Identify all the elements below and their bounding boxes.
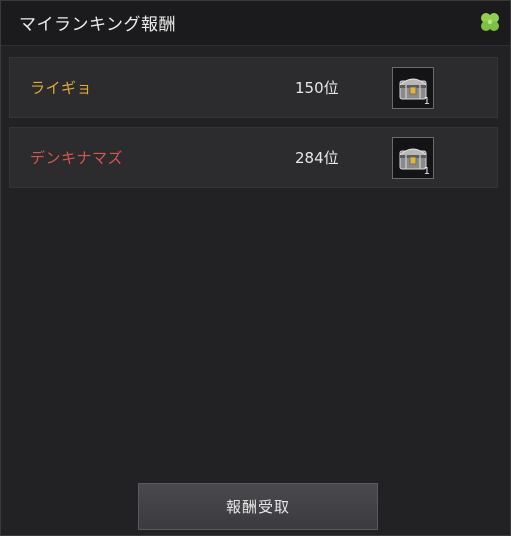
reward-count: 1	[423, 96, 430, 107]
list-item-ranking-2: デンキナマズ 284位 1	[9, 127, 498, 188]
reward-slot[interactable]: 1	[392, 137, 434, 179]
panel-header: マイランキング報酬	[1, 1, 510, 46]
reward-slot[interactable]: 1	[392, 67, 434, 109]
list-item-ranking-1: ライギョ 150位 1	[9, 57, 498, 118]
rank-value: 284位	[295, 149, 339, 167]
reward-count: 1	[423, 166, 430, 177]
claim-reward-button[interactable]: 報酬受取	[138, 483, 378, 530]
fish-name: デンキナマズ	[30, 149, 124, 167]
clover-icon	[481, 13, 499, 31]
ranking-reward-panel: マイランキング報酬 ライギョ 150位 1 デンキナマズ 284位 1 報酬受取	[0, 0, 511, 536]
rank-value: 150位	[295, 79, 339, 97]
fish-name: ライギョ	[30, 79, 93, 97]
page-title: マイランキング報酬	[19, 15, 176, 35]
